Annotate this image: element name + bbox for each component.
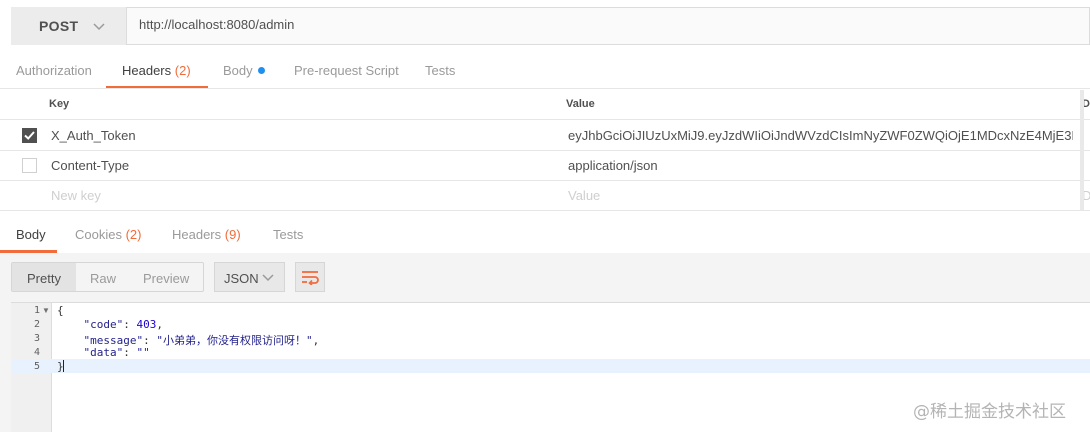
- tab-response-tests[interactable]: Tests: [273, 227, 303, 242]
- divider: [0, 150, 1090, 151]
- tab-pre-request-script[interactable]: Pre-request Script: [294, 63, 399, 78]
- header-value[interactable]: application/json: [568, 158, 658, 173]
- row-checkbox[interactable]: [22, 158, 37, 173]
- active-line-highlight: [11, 359, 1090, 373]
- column-header-value: Value: [566, 98, 595, 110]
- code-line: "data": "": [57, 346, 150, 359]
- json-key: "data": [83, 346, 124, 359]
- tab-authorization[interactable]: Authorization: [16, 63, 92, 78]
- json-trailing: ,: [156, 318, 163, 331]
- line-number: 5: [33, 361, 40, 372]
- method-dropdown[interactable]: POST: [11, 7, 127, 45]
- chevron-down-icon: [262, 274, 274, 282]
- json-key: "code": [83, 318, 124, 331]
- json-separator: :: [123, 346, 137, 359]
- language-label: JSON: [224, 271, 259, 286]
- format-pretty-button[interactable]: Pretty: [27, 271, 61, 286]
- scrollbar[interactable]: [1080, 90, 1084, 210]
- tab-label: Tests: [425, 63, 456, 78]
- wrap-lines-icon: [302, 271, 319, 285]
- wrap-lines-button[interactable]: [295, 262, 325, 292]
- new-value-input[interactable]: Value: [568, 188, 600, 203]
- line-number: 2: [33, 319, 40, 330]
- tab-label: Body: [16, 227, 46, 242]
- json-value: "": [136, 346, 150, 359]
- tab-cookies[interactable]: Cookies (2): [75, 227, 141, 242]
- tab-label: Headers: [172, 227, 222, 242]
- tab-label: Tests: [273, 227, 304, 242]
- tab-body[interactable]: Body: [223, 63, 265, 78]
- tab-headers[interactable]: Headers (2): [122, 63, 191, 78]
- tab-label: Headers: [122, 63, 172, 78]
- row-checkbox[interactable]: [22, 128, 37, 143]
- header-value[interactable]: eyJhbGciOiJIUzUxMiJ9.eyJzdWIiOiJndWVzdCI…: [568, 128, 1073, 143]
- tab-tests[interactable]: Tests: [425, 63, 455, 78]
- tab-count: (2): [174, 63, 191, 78]
- tab-label: Body: [223, 63, 253, 78]
- json-value: 403: [136, 318, 157, 331]
- method-label: POST: [39, 18, 79, 34]
- url-input[interactable]: http://localhost:8080/admin: [139, 17, 294, 32]
- text-cursor: [63, 360, 64, 372]
- json-trailing: ,: [312, 334, 320, 347]
- column-header-key: Key: [49, 98, 70, 110]
- code-line: {: [57, 304, 64, 317]
- line-number: 1: [33, 305, 40, 316]
- tab-label: Authorization: [16, 63, 92, 78]
- tab-response-headers[interactable]: Headers (9): [172, 227, 241, 242]
- line-number: 3: [33, 333, 40, 344]
- divider: [0, 119, 1090, 120]
- body-indicator-dot: [257, 67, 265, 74]
- json-value: "小弟弟，你没有权限访问呀！": [156, 334, 313, 347]
- new-key-input[interactable]: New key: [51, 188, 101, 203]
- format-raw-button[interactable]: Raw: [90, 271, 116, 286]
- watermark: @稀土掘金技术社区: [913, 402, 1066, 422]
- checkmark-icon: [24, 131, 35, 140]
- tab-response-body[interactable]: Body: [16, 227, 46, 242]
- format-preview-button[interactable]: Preview: [143, 271, 189, 286]
- tab-label: Cookies: [75, 227, 122, 242]
- header-key[interactable]: X_Auth_Token: [51, 128, 136, 143]
- line-number: 4: [33, 347, 40, 358]
- chevron-down-icon: [93, 23, 105, 31]
- header-key[interactable]: Content-Type: [51, 158, 129, 173]
- divider: [0, 180, 1090, 181]
- fold-arrow-icon[interactable]: ▼: [42, 306, 50, 315]
- tab-count: (2): [125, 227, 142, 242]
- divider: [0, 88, 1090, 89]
- tab-label: Pre-request Script: [294, 63, 399, 78]
- code-line: "code": 403,: [57, 318, 164, 331]
- json-separator: :: [123, 318, 137, 331]
- tab-count: (9): [224, 227, 241, 242]
- divider: [0, 210, 1090, 211]
